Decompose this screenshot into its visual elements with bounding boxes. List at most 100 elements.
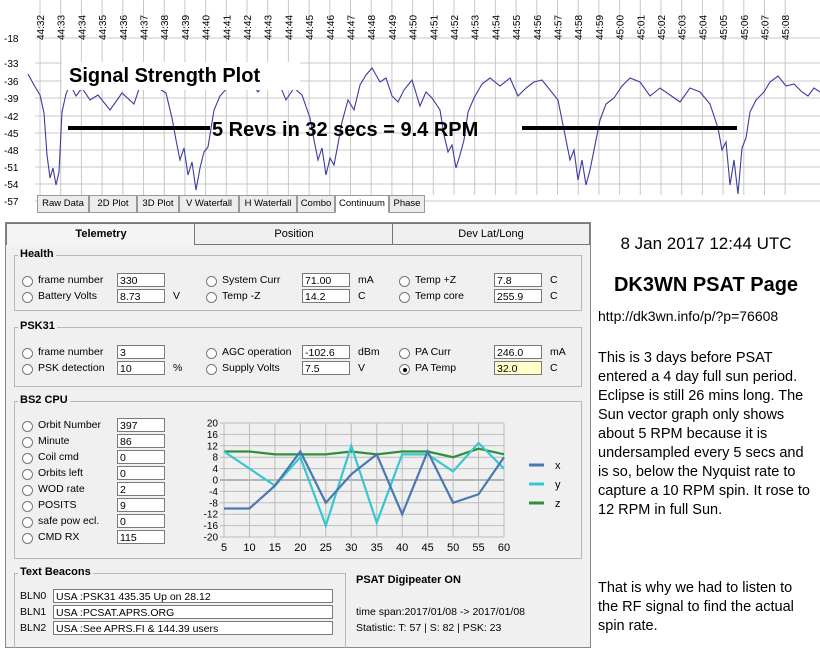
vector-y-tick-label: 8 bbox=[212, 453, 218, 464]
radio-orbits-left[interactable] bbox=[22, 469, 33, 480]
signal-y-tick-label: -51 bbox=[4, 163, 19, 174]
radio-psk-detection[interactable] bbox=[22, 364, 33, 375]
radio-system-curr[interactable] bbox=[206, 276, 217, 287]
radio-pa-temp[interactable] bbox=[399, 364, 410, 375]
plot-tab-h-waterfall[interactable]: H Waterfall bbox=[239, 195, 297, 213]
beacon-value: USA :See APRS.FI & 144.39 users bbox=[53, 621, 333, 635]
page-url: http://dk3wn.info/p/?p=76608 bbox=[598, 308, 779, 324]
vector-x-tick-label: 40 bbox=[396, 542, 408, 551]
radio-supply-volts[interactable] bbox=[206, 364, 217, 375]
vector-x-tick-label: 55 bbox=[472, 542, 484, 551]
radio-psk-frame-number[interactable] bbox=[22, 348, 33, 359]
signal-y-tick-label: -54 bbox=[4, 180, 19, 191]
time-tick-label: 44:42 bbox=[243, 15, 254, 40]
time-tick-label: 44:34 bbox=[77, 15, 88, 40]
plot-tab-phase[interactable]: Phase bbox=[389, 195, 425, 213]
time-tick-label: 45:08 bbox=[781, 15, 792, 40]
time-tick-label: 44:32 bbox=[36, 15, 47, 40]
value-battery-volts: 8.73 bbox=[117, 289, 165, 303]
radio-safe-pow-ecl[interactable] bbox=[22, 517, 33, 528]
plot-tab-combo[interactable]: Combo bbox=[297, 195, 335, 213]
time-tick-label: 44:47 bbox=[347, 15, 358, 40]
vector-y-tick-label: 4 bbox=[212, 464, 218, 475]
radio-temp-minus-z[interactable] bbox=[206, 292, 217, 303]
value-safe-pow-ecl: 0 bbox=[117, 514, 165, 528]
time-tick-label: 45:00 bbox=[616, 15, 627, 40]
plot-tab-2d-plot[interactable]: 2D Plot bbox=[89, 195, 137, 213]
psk31-title: PSK31 bbox=[18, 320, 57, 332]
vector-y-tick-label: -4 bbox=[209, 487, 218, 498]
radio-cmd-rx[interactable] bbox=[22, 533, 33, 544]
plot-tab-raw-data[interactable]: Raw Data bbox=[37, 195, 89, 213]
unit-agc-operation: dBm bbox=[358, 346, 380, 358]
time-tick-label: 44:56 bbox=[533, 15, 544, 40]
time-tick-label: 44:51 bbox=[429, 15, 440, 40]
time-tick-label: 44:55 bbox=[512, 15, 523, 40]
signal-strength-plot: 44:32 44:33 44:34 44:35 44:36 44:37 44:38 44:39… bbox=[0, 0, 820, 212]
unit-pa-temp: C bbox=[550, 362, 558, 374]
unit-psk-detection: % bbox=[173, 362, 183, 374]
time-tick-label: 44:53 bbox=[471, 15, 482, 40]
time-tick-label: 44:48 bbox=[367, 15, 378, 40]
vector-y-tick-label: -20 bbox=[204, 533, 219, 544]
legend-label-y: y bbox=[555, 479, 561, 491]
signal-y-tick-label: -48 bbox=[4, 146, 19, 157]
radio-pa-curr[interactable] bbox=[399, 348, 410, 359]
time-tick-label: 44:37 bbox=[140, 15, 151, 40]
legend-label-x: x bbox=[555, 460, 561, 472]
label-coil-cmd: Coil cmd bbox=[38, 451, 79, 463]
vector-y-tick-label: -8 bbox=[209, 498, 218, 509]
plot-tab-continuum[interactable]: Continuum bbox=[335, 195, 389, 213]
radio-minute[interactable] bbox=[22, 437, 33, 448]
time-tick-label: 44:43 bbox=[264, 15, 275, 40]
radio-frame-number[interactable] bbox=[22, 276, 33, 287]
plot-tab-v-waterfall[interactable]: V Waterfall bbox=[179, 195, 239, 213]
vector-y-tick-label: 20 bbox=[207, 419, 219, 430]
time-tick-label: 44:58 bbox=[574, 15, 585, 40]
signal-y-tick-label: -33 bbox=[4, 59, 19, 70]
beacon-value: USA :PSK31 435.35 Up on 28.12 bbox=[53, 589, 333, 603]
text-beacons-title: Text Beacons bbox=[18, 566, 93, 578]
legend-label-z: z bbox=[555, 498, 561, 510]
tab-dev-lat-long[interactable]: Dev Lat/Long bbox=[392, 223, 590, 245]
time-tick-label: 44:49 bbox=[388, 15, 399, 40]
vector-x-tick-label: 20 bbox=[294, 542, 306, 551]
radio-agc-operation[interactable] bbox=[206, 348, 217, 359]
radio-coil-cmd[interactable] bbox=[22, 453, 33, 464]
value-agc-operation: -102.6 bbox=[302, 345, 350, 359]
vector-x-tick-label: 15 bbox=[269, 542, 281, 551]
time-tick-label: 44:46 bbox=[326, 15, 337, 40]
description-paragraph-2: That is why we had to listen to the RF s… bbox=[598, 580, 794, 634]
label-safe-pow-ecl: safe pow ecl. bbox=[38, 515, 100, 527]
bs2-cpu-title: BS2 CPU bbox=[18, 394, 70, 406]
beacon-label: BLN2 bbox=[20, 622, 47, 634]
value-frame-number: 330 bbox=[117, 273, 165, 287]
label-psk-detection: PSK detection bbox=[38, 362, 105, 374]
signal-y-tick-label: -39 bbox=[4, 94, 19, 105]
page-heading: DK3WN PSAT Page bbox=[613, 274, 799, 296]
label-agc-operation: AGC operation bbox=[222, 346, 292, 358]
time-tick-label: 45:05 bbox=[719, 15, 730, 40]
time-tick-label: 45:03 bbox=[678, 15, 689, 40]
time-tick-label: 45:06 bbox=[740, 15, 751, 40]
label-pa-temp: PA Temp bbox=[415, 362, 457, 374]
unit-temp-core: C bbox=[550, 290, 558, 302]
plot-tab-3d-plot[interactable]: 3D Plot bbox=[137, 195, 179, 213]
tab-telemetry[interactable]: Telemetry bbox=[6, 223, 196, 245]
time-tick-label: 44:40 bbox=[202, 15, 213, 40]
description-paragraph-1: This is 3 days before PSAT entered a 4 d… bbox=[598, 350, 810, 518]
radio-battery-volts[interactable] bbox=[22, 292, 33, 303]
tab-position[interactable]: Position bbox=[194, 223, 394, 245]
time-tick-label: 44:50 bbox=[409, 15, 420, 40]
vector-y-tick-label: 0 bbox=[212, 476, 218, 487]
radio-orbit-number[interactable] bbox=[22, 421, 33, 432]
time-tick-label: 44:36 bbox=[119, 15, 130, 40]
vector-x-tick-label: 10 bbox=[243, 542, 255, 551]
value-cmd-rx: 115 bbox=[117, 530, 165, 544]
vector-x-tick-label: 5 bbox=[221, 542, 227, 551]
radio-wod-rate[interactable] bbox=[22, 485, 33, 496]
radio-posits[interactable] bbox=[22, 501, 33, 512]
radio-temp-plus-z[interactable] bbox=[399, 276, 410, 287]
digipeater-status: PSAT Digipeater ON bbox=[356, 574, 461, 586]
radio-temp-core[interactable] bbox=[399, 292, 410, 303]
